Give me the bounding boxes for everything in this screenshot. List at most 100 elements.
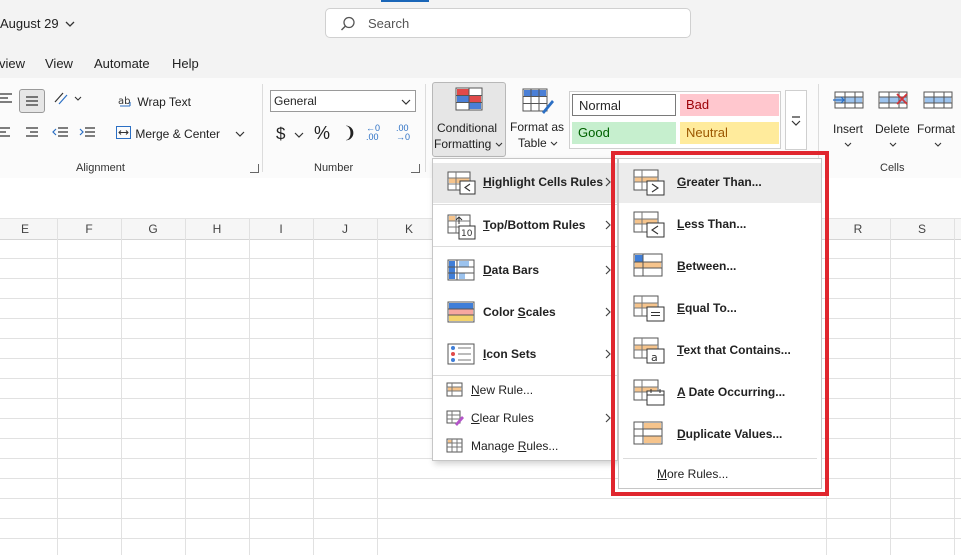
grid-line: [121, 219, 122, 555]
grid-line: [954, 219, 955, 555]
wrap-text-icon: ab: [118, 96, 131, 107]
grid-line: [377, 219, 378, 555]
format-button[interactable]: Format: [916, 86, 960, 156]
format-cells-icon: [923, 91, 953, 109]
format-as-table-label-1: Format as: [510, 120, 565, 134]
chevron-down-icon: [889, 142, 897, 147]
comma-button[interactable]: ❩: [343, 123, 356, 143]
chevron-down-icon: [235, 131, 245, 137]
new-rule-icon: [446, 382, 463, 397]
alignment-launcher-icon[interactable]: [250, 164, 259, 173]
tab-view[interactable]: View: [45, 56, 73, 71]
tab-help[interactable]: Help: [172, 56, 199, 71]
increase-indent-button[interactable]: [79, 126, 95, 143]
number-format-value: General: [274, 94, 317, 108]
increase-indent-icon: [79, 127, 95, 137]
search-box[interactable]: Search: [325, 8, 691, 38]
column-header-s[interactable]: S: [890, 222, 954, 236]
conditional-formatting-button[interactable]: Conditional Formatting: [432, 82, 506, 157]
decrease-indent-button[interactable]: [52, 126, 68, 143]
menu-item-top-bottom-rules[interactable]: 10 Top/Bottom Rules: [433, 206, 617, 246]
tab-automate[interactable]: Automate: [94, 56, 150, 71]
clear-rules-icon: [446, 410, 464, 426]
menu-item-data-bars[interactable]: Data Bars: [433, 251, 617, 291]
number-format-select[interactable]: General: [270, 90, 416, 112]
menu-item-clear-rules[interactable]: Clear Rules: [433, 405, 617, 431]
chevron-down-icon: [65, 21, 75, 27]
menu-item-icon-sets[interactable]: Icon Sets: [433, 335, 617, 375]
style-normal[interactable]: Normal: [572, 94, 676, 116]
svg-text:10: 10: [461, 229, 473, 239]
conditional-formatting-label-2-text: Formatting: [434, 137, 492, 151]
icon-sets-icon: [447, 343, 475, 365]
align-bottom-button[interactable]: [19, 89, 45, 113]
menu-divider: [433, 375, 617, 376]
menu-item-label: Manage Rules...: [471, 439, 559, 453]
align-center-button[interactable]: [0, 126, 16, 143]
grid-line: [890, 219, 891, 555]
align-left-button[interactable]: [0, 92, 14, 109]
chevron-down-icon: [844, 142, 852, 147]
column-header-j[interactable]: J: [313, 222, 377, 236]
grid-line: [313, 219, 314, 555]
format-as-table-icon: [522, 88, 554, 114]
group-divider: [262, 84, 263, 172]
column-header-f[interactable]: F: [57, 222, 121, 236]
comma-icon: ❩: [343, 125, 357, 142]
number-launcher-icon[interactable]: [411, 164, 420, 173]
color-scales-icon: [447, 301, 475, 323]
menu-item-highlight-cells-rules[interactable]: Highlight Cells Rules: [433, 163, 617, 203]
column-header-h[interactable]: H: [185, 222, 249, 236]
search-icon: [341, 16, 355, 31]
wrap-text-button[interactable]: ab Wrap Text: [118, 94, 191, 109]
currency-button[interactable]: $: [276, 124, 304, 144]
conditional-formatting-label-1: Conditional: [437, 121, 498, 135]
align-bottom-icon: [26, 96, 38, 106]
format-as-table-button[interactable]: Format as Table: [510, 82, 566, 157]
column-header-i[interactable]: I: [249, 222, 313, 236]
align-right-button[interactable]: [24, 126, 40, 143]
merge-center-button[interactable]: Merge & Center: [116, 126, 245, 141]
cells-group-label: Cells: [880, 162, 905, 174]
align-right-icon: [26, 127, 38, 137]
annotation-highlight-box: [611, 151, 829, 496]
more-icon: [791, 116, 801, 126]
document-title[interactable]: August 29: [0, 16, 75, 31]
format-label: Format: [917, 122, 956, 136]
decrease-decimal-button[interactable]: .00 →0: [396, 124, 418, 142]
menu-item-label: Clear Rules: [471, 411, 534, 425]
alignment-group-label: Alignment: [76, 162, 125, 174]
styles-more-button[interactable]: [785, 90, 807, 150]
delete-cells-icon: [878, 91, 908, 109]
grid-line: [0, 518, 961, 519]
conditional-formatting-menu: Highlight Cells Rules 10 Top/Bottom Rule…: [432, 158, 618, 461]
menu-item-new-rule[interactable]: New Rule...: [433, 377, 617, 403]
grid-line: [185, 219, 186, 555]
delete-label: Delete: [875, 122, 910, 136]
grid-line: [249, 219, 250, 555]
format-as-table-label-2: Table: [518, 136, 558, 150]
column-header-r[interactable]: R: [826, 222, 890, 236]
grid-line: [0, 538, 961, 539]
style-neutral[interactable]: Neutral: [680, 122, 779, 144]
decrease-indent-icon: [52, 127, 68, 137]
percent-button[interactable]: %: [314, 123, 330, 144]
increase-decimal-button[interactable]: ←0 .00: [366, 124, 388, 142]
menu-item-color-scales[interactable]: Color Scales: [433, 293, 617, 333]
menu-item-label: Data Bars: [483, 263, 540, 277]
orientation-button[interactable]: [53, 90, 83, 109]
align-lines-icon: [0, 93, 12, 103]
column-header-g[interactable]: G: [121, 222, 185, 236]
menu-item-manage-rules[interactable]: Manage Rules...: [433, 433, 617, 459]
insert-button[interactable]: Insert: [828, 86, 868, 156]
data-bars-icon: [447, 259, 475, 281]
style-bad[interactable]: Bad: [680, 94, 779, 116]
tab-review[interactable]: view: [0, 56, 25, 71]
format-as-table-label-2-text: Table: [518, 136, 547, 150]
delete-button[interactable]: Delete: [872, 86, 912, 156]
column-header-e[interactable]: E: [0, 222, 57, 236]
number-group-label: Number: [314, 162, 354, 174]
chevron-down-icon: [495, 142, 503, 147]
insert-cells-icon: [833, 91, 864, 109]
style-good[interactable]: Good: [572, 122, 676, 144]
